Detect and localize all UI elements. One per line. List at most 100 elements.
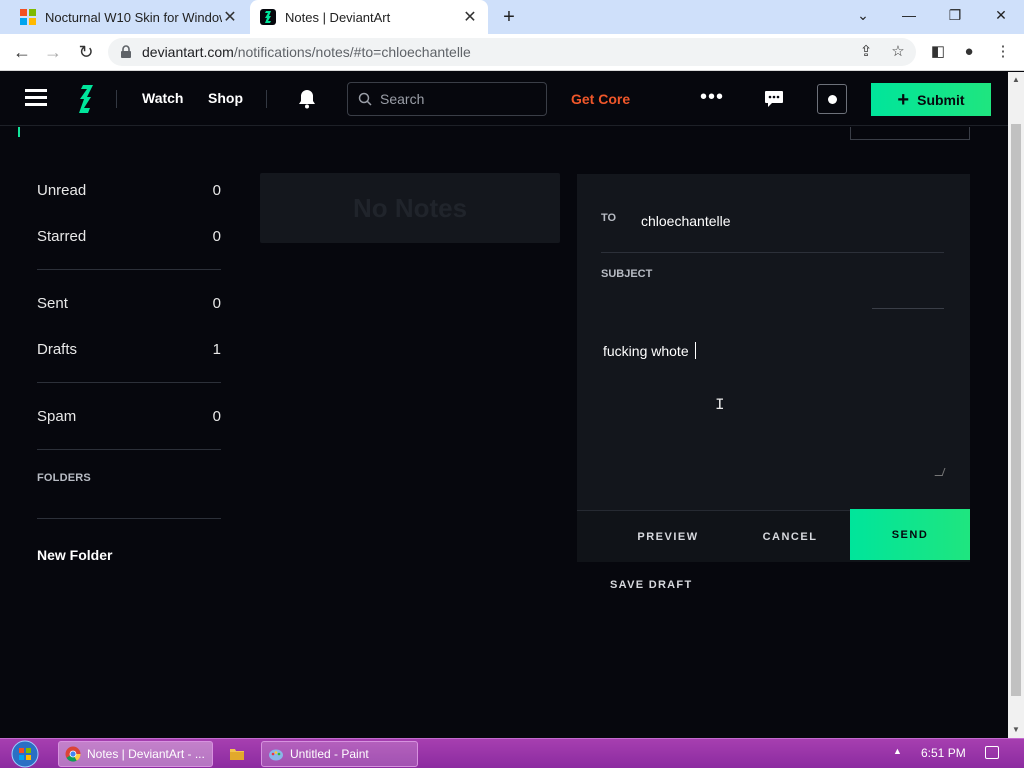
text-cursor-icon: I xyxy=(715,396,725,414)
restore-button[interactable]: ❐ xyxy=(932,0,978,30)
preview-button[interactable]: PREVIEW xyxy=(623,511,713,563)
taskbar-clock[interactable]: 6:51 PM xyxy=(921,746,966,760)
taskbar-paint-button[interactable]: Untitled - Paint xyxy=(261,741,418,767)
recipient-field[interactable]: chloechantelle xyxy=(641,213,731,229)
bell-icon[interactable] xyxy=(296,88,318,110)
send-button[interactable]: SEND xyxy=(850,509,970,560)
scroll-down-arrow-icon[interactable]: ▼ xyxy=(1008,722,1024,738)
close-window-button[interactable]: ✕ xyxy=(978,0,1024,30)
close-tab-icon[interactable]: ✕ xyxy=(462,7,478,27)
more-options-icon[interactable]: ••• xyxy=(700,86,724,109)
sidebar-item-label: Drafts xyxy=(37,340,78,358)
plus-icon: + xyxy=(897,88,910,111)
tab-notes-deviantart[interactable]: Notes | DeviantArt ✕ xyxy=(250,0,488,34)
text-caret xyxy=(695,342,696,359)
sidebar-divider xyxy=(37,382,221,383)
taskbar-explorer-button[interactable] xyxy=(222,741,256,767)
new-folder-button[interactable]: New Folder xyxy=(37,547,221,563)
paint-icon xyxy=(269,749,283,761)
compose-note-panel: TO chloechantelle SUBJECT fucking whote … xyxy=(577,174,970,562)
resize-handle-icon[interactable] xyxy=(934,468,946,476)
browser-tab-bar: Nocturnal W10 Skin for Window ✕ Notes | … xyxy=(0,0,1024,34)
windows-start-icon[interactable] xyxy=(8,740,42,768)
taskbar-chrome-label: Notes | DeviantArt - ... xyxy=(87,747,205,761)
show-hidden-icons-icon[interactable]: ▲ xyxy=(893,746,902,756)
avatar[interactable] xyxy=(817,84,847,114)
sidebar-item-sent[interactable]: Sent 0 xyxy=(37,280,221,326)
submit-button[interactable]: + Submit xyxy=(871,83,991,116)
bookmark-star-icon[interactable]: ☆ xyxy=(885,34,911,70)
scroll-up-arrow-icon[interactable]: ▲ xyxy=(1008,72,1024,88)
windows-taskbar: Notes | DeviantArt - ... Untitled - Pain… xyxy=(0,738,1024,768)
note-body-textarea[interactable]: fucking whote xyxy=(603,343,689,359)
page-scrollbar[interactable]: ▲ ▼ xyxy=(1008,72,1024,738)
address-bar[interactable]: deviantart.com /notifications/notes/#to=… xyxy=(108,38,916,66)
watch-link[interactable]: Watch xyxy=(142,90,183,106)
deviantart-logo[interactable] xyxy=(73,84,95,114)
forward-arrow-icon[interactable]: → xyxy=(38,34,68,70)
taskbar-chrome-button[interactable]: Notes | DeviantArt - ... xyxy=(58,741,213,767)
subject-label: SUBJECT xyxy=(601,268,653,280)
share-icon[interactable]: ⇪ xyxy=(853,34,879,70)
shop-link[interactable]: Shop xyxy=(208,90,243,106)
compose-actions: PREVIEW CANCEL SEND xyxy=(577,509,970,563)
tab-search-dropdown-icon[interactable]: ⌄ xyxy=(840,0,886,30)
sidebar-item-label: Starred xyxy=(37,227,87,245)
search-icon xyxy=(358,92,372,106)
notes-list-empty: No Notes xyxy=(260,173,560,243)
sidebar-item-label: Unread xyxy=(37,181,87,199)
sidebar-item-drafts[interactable]: Drafts 1 xyxy=(37,326,221,372)
browser-menu-icon[interactable]: ⋮ xyxy=(990,34,1016,70)
cancel-button[interactable]: CANCEL xyxy=(745,511,835,563)
sidebar-item-count: 0 xyxy=(212,407,221,425)
tab-title: Nocturnal W10 Skin for Window xyxy=(45,9,222,25)
sidebar-item-count: 0 xyxy=(212,181,221,199)
to-label: TO xyxy=(601,212,617,224)
sidebar-item-spam[interactable]: Spam 0 xyxy=(37,393,221,439)
chat-bubble-icon[interactable] xyxy=(764,90,784,108)
get-core-link[interactable]: Get Core xyxy=(571,91,630,107)
folder-icon xyxy=(230,749,244,760)
scrolled-control[interactable] xyxy=(850,127,970,140)
sidebar-item-label: Sent xyxy=(37,294,68,312)
hamburger-menu-icon[interactable] xyxy=(25,89,47,107)
active-tab-indicator xyxy=(18,127,20,137)
sidebar-divider xyxy=(37,449,221,450)
notes-sidebar: Unread 0 Starred 0 Sent 0 Drafts 1 Spam … xyxy=(37,167,221,563)
url-path: /notifications/notes/#to=chloechantelle xyxy=(233,44,471,60)
sidebar-item-count: 1 xyxy=(212,340,221,358)
save-draft-button[interactable]: SAVE DRAFT xyxy=(610,579,692,591)
search-field[interactable] xyxy=(347,82,547,116)
minimize-button[interactable]: — xyxy=(886,0,932,30)
sidebar-item-count: 0 xyxy=(212,294,221,312)
site-header: Watch Shop Get Core ••• + Submit xyxy=(0,72,1008,126)
sidebar-item-unread[interactable]: Unread 0 xyxy=(37,167,221,213)
sidebar-item-starred[interactable]: Starred 0 xyxy=(37,213,221,259)
field-divider xyxy=(601,252,944,253)
windows-logo-icon xyxy=(20,9,36,25)
sidebar-item-label: Spam xyxy=(37,407,77,425)
back-arrow-icon[interactable]: ← xyxy=(7,34,37,70)
close-tab-icon[interactable]: ✕ xyxy=(222,7,238,27)
search-input[interactable] xyxy=(380,91,530,107)
tab-title: Notes | DeviantArt xyxy=(285,9,391,25)
scrollbar-thumb[interactable] xyxy=(1011,124,1021,696)
header-divider xyxy=(266,90,267,108)
sidebar-item-count: 0 xyxy=(212,227,221,245)
lock-icon xyxy=(121,45,131,58)
new-tab-button[interactable]: + xyxy=(498,6,520,29)
tab-nocturnal-skin[interactable]: Nocturnal W10 Skin for Window ✕ xyxy=(10,0,248,34)
side-panel-icon[interactable]: ◧ xyxy=(925,34,951,70)
submit-label: Submit xyxy=(917,91,965,108)
profile-icon[interactable]: ● xyxy=(956,34,982,70)
sidebar-divider xyxy=(37,269,221,270)
taskbar-paint-label: Untitled - Paint xyxy=(290,747,369,761)
folders-heading: FOLDERS xyxy=(37,472,91,484)
deviantart-favicon-icon xyxy=(260,9,276,25)
notes-page: Unread 0 Starred 0 Sent 0 Drafts 1 Spam … xyxy=(0,127,1008,737)
avatar-dot-icon xyxy=(828,95,837,104)
chrome-icon xyxy=(65,746,81,762)
action-center-icon[interactable] xyxy=(985,746,999,759)
reload-icon[interactable]: ↻ xyxy=(71,34,101,70)
subject-input[interactable] xyxy=(872,308,944,309)
